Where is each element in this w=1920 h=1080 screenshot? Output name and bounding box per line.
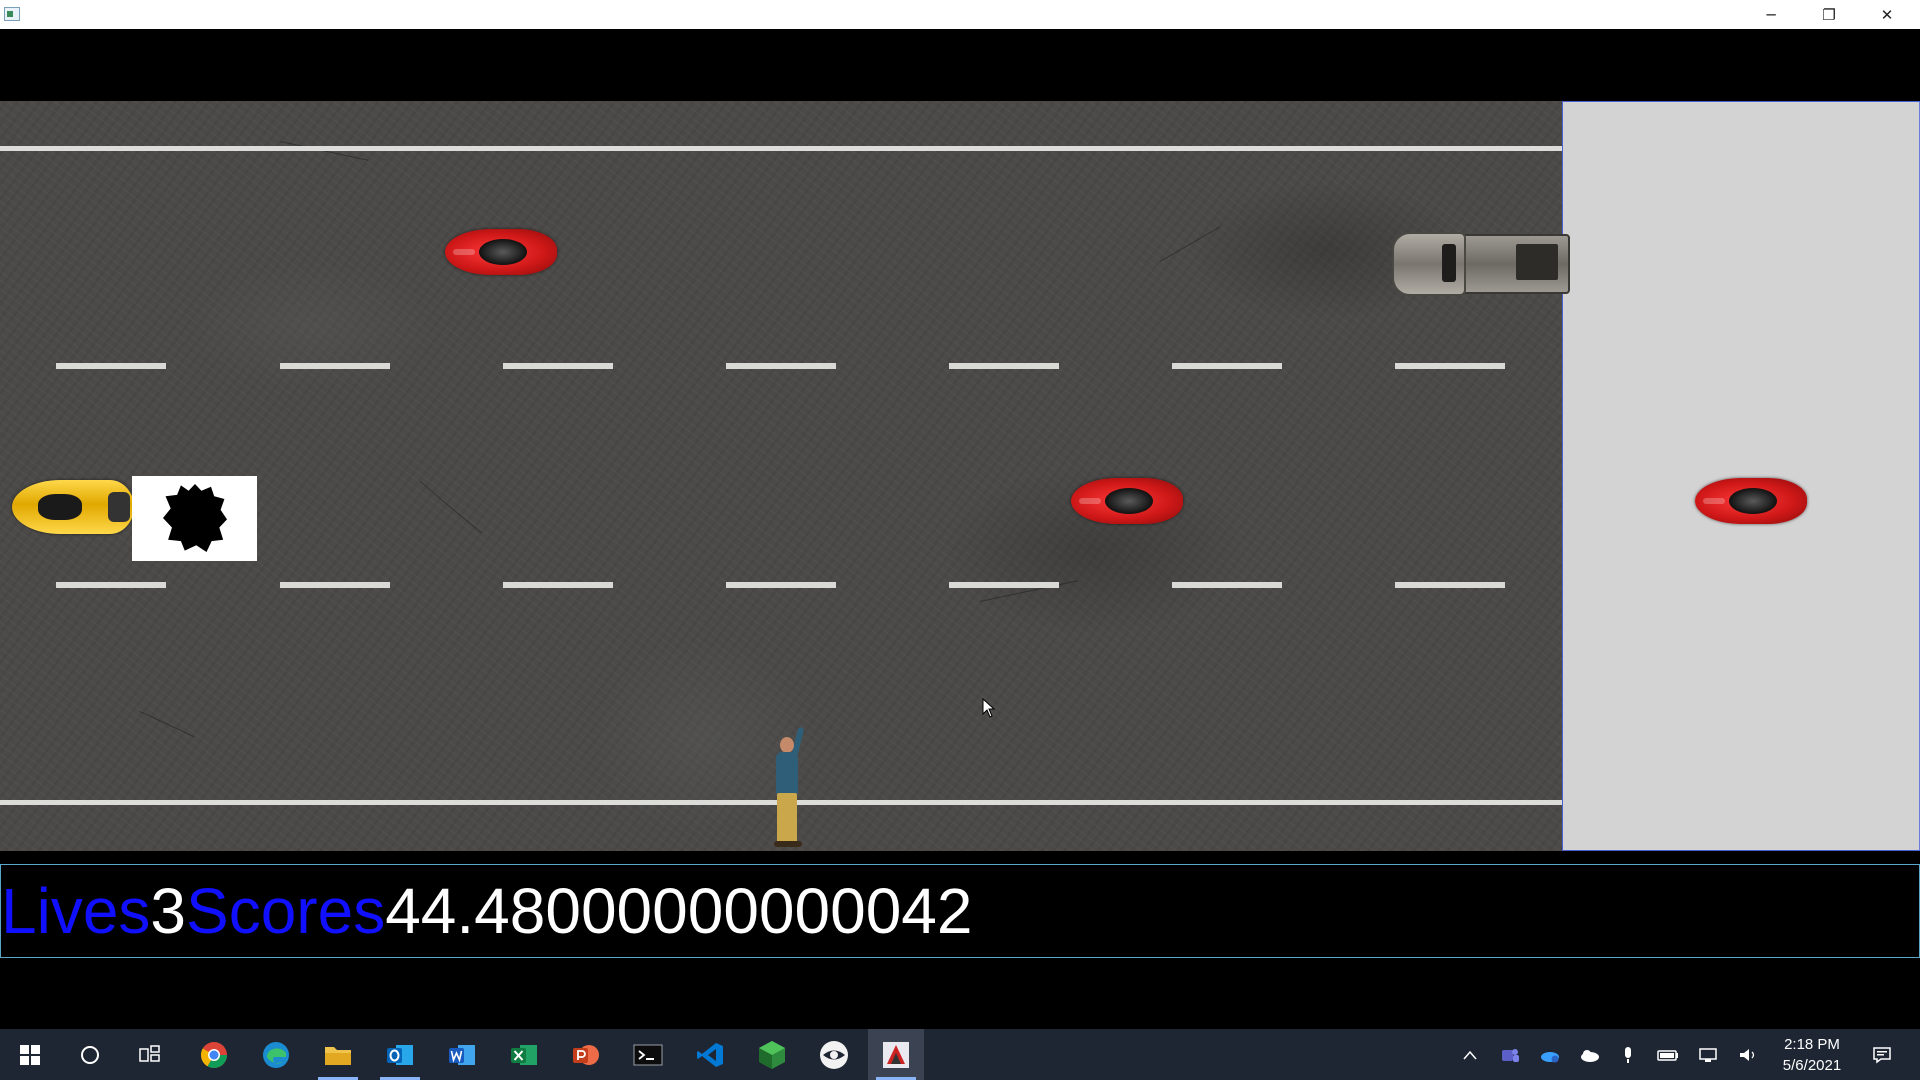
clock-time: 2:18 PM (1784, 1036, 1840, 1053)
lane-dash (503, 363, 613, 369)
app-icon[interactable] (4, 7, 20, 21)
onedrive-sync-icon[interactable] (1532, 1029, 1568, 1080)
lane-dash (1172, 363, 1282, 369)
lane-dash (949, 582, 1059, 588)
taskbar-clock[interactable]: 2:18 PM 5/6/2021 (1766, 1034, 1858, 1076)
search-icon[interactable] (62, 1029, 118, 1080)
game-app-icon[interactable] (868, 1029, 924, 1080)
network-icon[interactable] (1690, 1029, 1726, 1080)
restore-button[interactable]: ❐ (1800, 0, 1858, 29)
teams-icon[interactable] (1492, 1029, 1528, 1080)
vscode-icon[interactable] (682, 1029, 738, 1080)
lane-dash (56, 363, 166, 369)
red-car (445, 227, 557, 277)
road-edge-line-top (0, 146, 1562, 151)
red-car (1071, 476, 1183, 526)
chrome-icon[interactable] (186, 1029, 242, 1080)
eye-app-icon[interactable] (806, 1029, 862, 1080)
lane-dash (1172, 582, 1282, 588)
lane-dash (949, 363, 1059, 369)
taskbar: 2:18 PM 5/6/2021 (0, 1029, 1920, 1080)
score-hud: Lives 3 Scores 44.48000000000042 (0, 864, 1920, 958)
battery-icon[interactable] (1650, 1029, 1686, 1080)
pedestrian (768, 726, 808, 849)
road-crack (139, 711, 195, 738)
lane-dash (56, 582, 166, 588)
mouse-cursor-icon (982, 698, 996, 718)
green-app-icon[interactable] (744, 1029, 800, 1080)
road-crack (419, 481, 482, 534)
red-car-preview (1695, 476, 1807, 526)
lane-dash (1395, 582, 1505, 588)
minimize-button[interactable]: ─ (1742, 0, 1800, 29)
lane-dash (1395, 363, 1505, 369)
edge-icon[interactable] (248, 1029, 304, 1080)
lane-dash (503, 582, 613, 588)
window-title-bar: ─ ❐ ✕ (0, 0, 1920, 29)
excel-icon[interactable] (496, 1029, 552, 1080)
gray-pickup-truck (1392, 228, 1570, 296)
pothole-icon (163, 484, 227, 552)
lives-value: 3 (150, 875, 186, 947)
microphone-icon[interactable] (1610, 1029, 1646, 1080)
powerpoint-icon[interactable] (558, 1029, 614, 1080)
onedrive-cloud-icon[interactable] (1572, 1029, 1608, 1080)
pothole-obstacle (132, 476, 257, 561)
file-explorer-icon[interactable] (310, 1029, 366, 1080)
lives-label: Lives (1, 875, 151, 947)
terminal-icon[interactable] (620, 1029, 676, 1080)
task-view-icon[interactable] (122, 1029, 178, 1080)
word-icon[interactable] (434, 1029, 490, 1080)
lane-dash (280, 582, 390, 588)
close-button[interactable]: ✕ (1858, 0, 1916, 29)
notifications-icon[interactable] (1862, 1029, 1902, 1080)
start-icon[interactable] (2, 1029, 58, 1080)
scores-label: Scores (186, 875, 386, 947)
chevron-up-icon[interactable] (1452, 1029, 1488, 1080)
scores-value: 44.48000000000042 (385, 875, 973, 947)
lane-dash (280, 363, 390, 369)
road-crack (1159, 226, 1221, 262)
clock-date: 5/6/2021 (1782, 1057, 1842, 1074)
outlook-icon[interactable] (372, 1029, 428, 1080)
yellow-player-car (12, 478, 134, 536)
volume-icon[interactable] (1730, 1029, 1766, 1080)
lane-dash (726, 582, 836, 588)
lane-dash (726, 363, 836, 369)
